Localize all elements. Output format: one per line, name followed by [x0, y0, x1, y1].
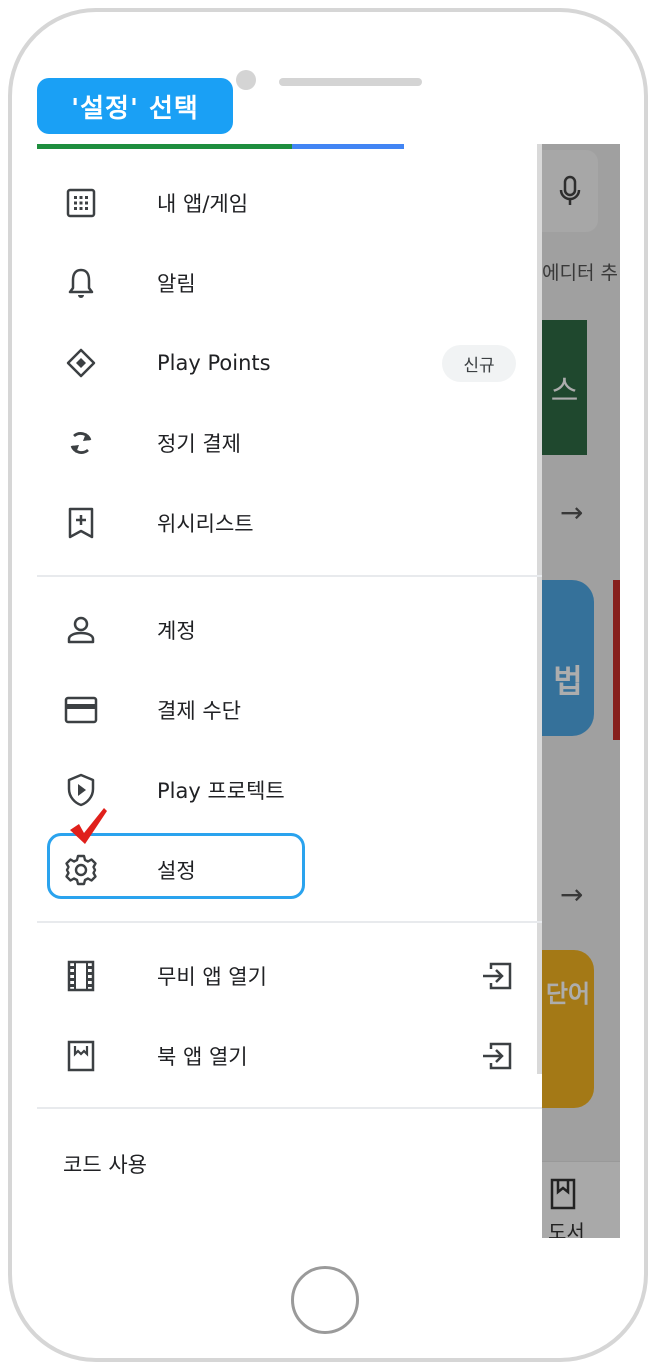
checkmark-icon [70, 808, 107, 844]
bookmark-add-icon [63, 505, 99, 541]
earpiece-speaker [279, 78, 422, 86]
drawer-divider [37, 921, 542, 923]
shield-play-icon [63, 772, 99, 808]
step-label-badge: '설정' 선택 [37, 78, 233, 134]
drawer-item-label: 내 앱/게임 [157, 192, 249, 216]
drawer-item-redeem-code[interactable]: 코드 사용 [63, 1149, 147, 1179]
top-color-bar-green [37, 144, 292, 149]
drawer-divider [37, 1107, 542, 1109]
open-app-icon [479, 958, 515, 994]
drawer-item-my-apps[interactable]: 내 앱/게임 [37, 163, 542, 243]
drawer-item-label: 계정 [157, 619, 196, 643]
person-icon [63, 612, 99, 648]
clipped-text-glyph [63, 1235, 143, 1238]
drawer-item-label: Play 프로텍트 [157, 779, 285, 803]
drawer-item-label: 북 앱 열기 [157, 1045, 248, 1069]
scrim-overlay[interactable] [542, 144, 620, 1238]
diamond-icon [63, 345, 99, 381]
drawer-item-subscriptions[interactable]: 정기 결제 [37, 403, 542, 483]
drawer-item-play-points[interactable]: Play Points 신규 [37, 323, 542, 403]
front-camera [236, 70, 256, 90]
book-icon [63, 1038, 99, 1074]
drawer-item-label: 결제 수단 [157, 699, 241, 723]
drawer-item-payment-methods[interactable]: 결제 수단 [37, 670, 542, 750]
drawer-item-label: 위시리스트 [157, 512, 254, 536]
home-button[interactable] [291, 1266, 359, 1334]
film-icon [63, 958, 99, 994]
drawer-item-clipped[interactable] [63, 1227, 143, 1238]
navigation-drawer: 내 앱/게임 알림 Play Points 신규 정기 결제 위시리스트 계정 … [37, 144, 542, 1238]
drawer-item-open-books-app[interactable]: 북 앱 열기 [37, 1016, 542, 1096]
drawer-item-wishlist[interactable]: 위시리스트 [37, 483, 542, 563]
open-app-icon [479, 1038, 515, 1074]
bell-icon [63, 265, 99, 301]
screen: 에디터 추 스 → 법 → 단어 도서 내 앱/게임 알림 Play Point… [37, 144, 620, 1238]
drawer-item-label: 알림 [157, 272, 196, 296]
top-color-bar-blue [292, 144, 404, 149]
drawer-item-label: Play Points [157, 351, 271, 375]
drawer-item-label: 무비 앱 열기 [157, 965, 267, 989]
drawer-item-account[interactable]: 계정 [37, 590, 542, 670]
drawer-item-label: 정기 결제 [157, 432, 241, 456]
refresh-icon [63, 425, 99, 461]
new-badge: 신규 [442, 344, 516, 382]
drawer-item-open-movies-app[interactable]: 무비 앱 열기 [37, 936, 542, 1016]
grid-apps-icon [63, 185, 99, 221]
credit-card-icon [63, 692, 99, 728]
drawer-item-notifications[interactable]: 알림 [37, 243, 542, 323]
drawer-divider [37, 575, 542, 577]
drawer-item-play-protect[interactable]: Play 프로텍트 [37, 750, 542, 830]
